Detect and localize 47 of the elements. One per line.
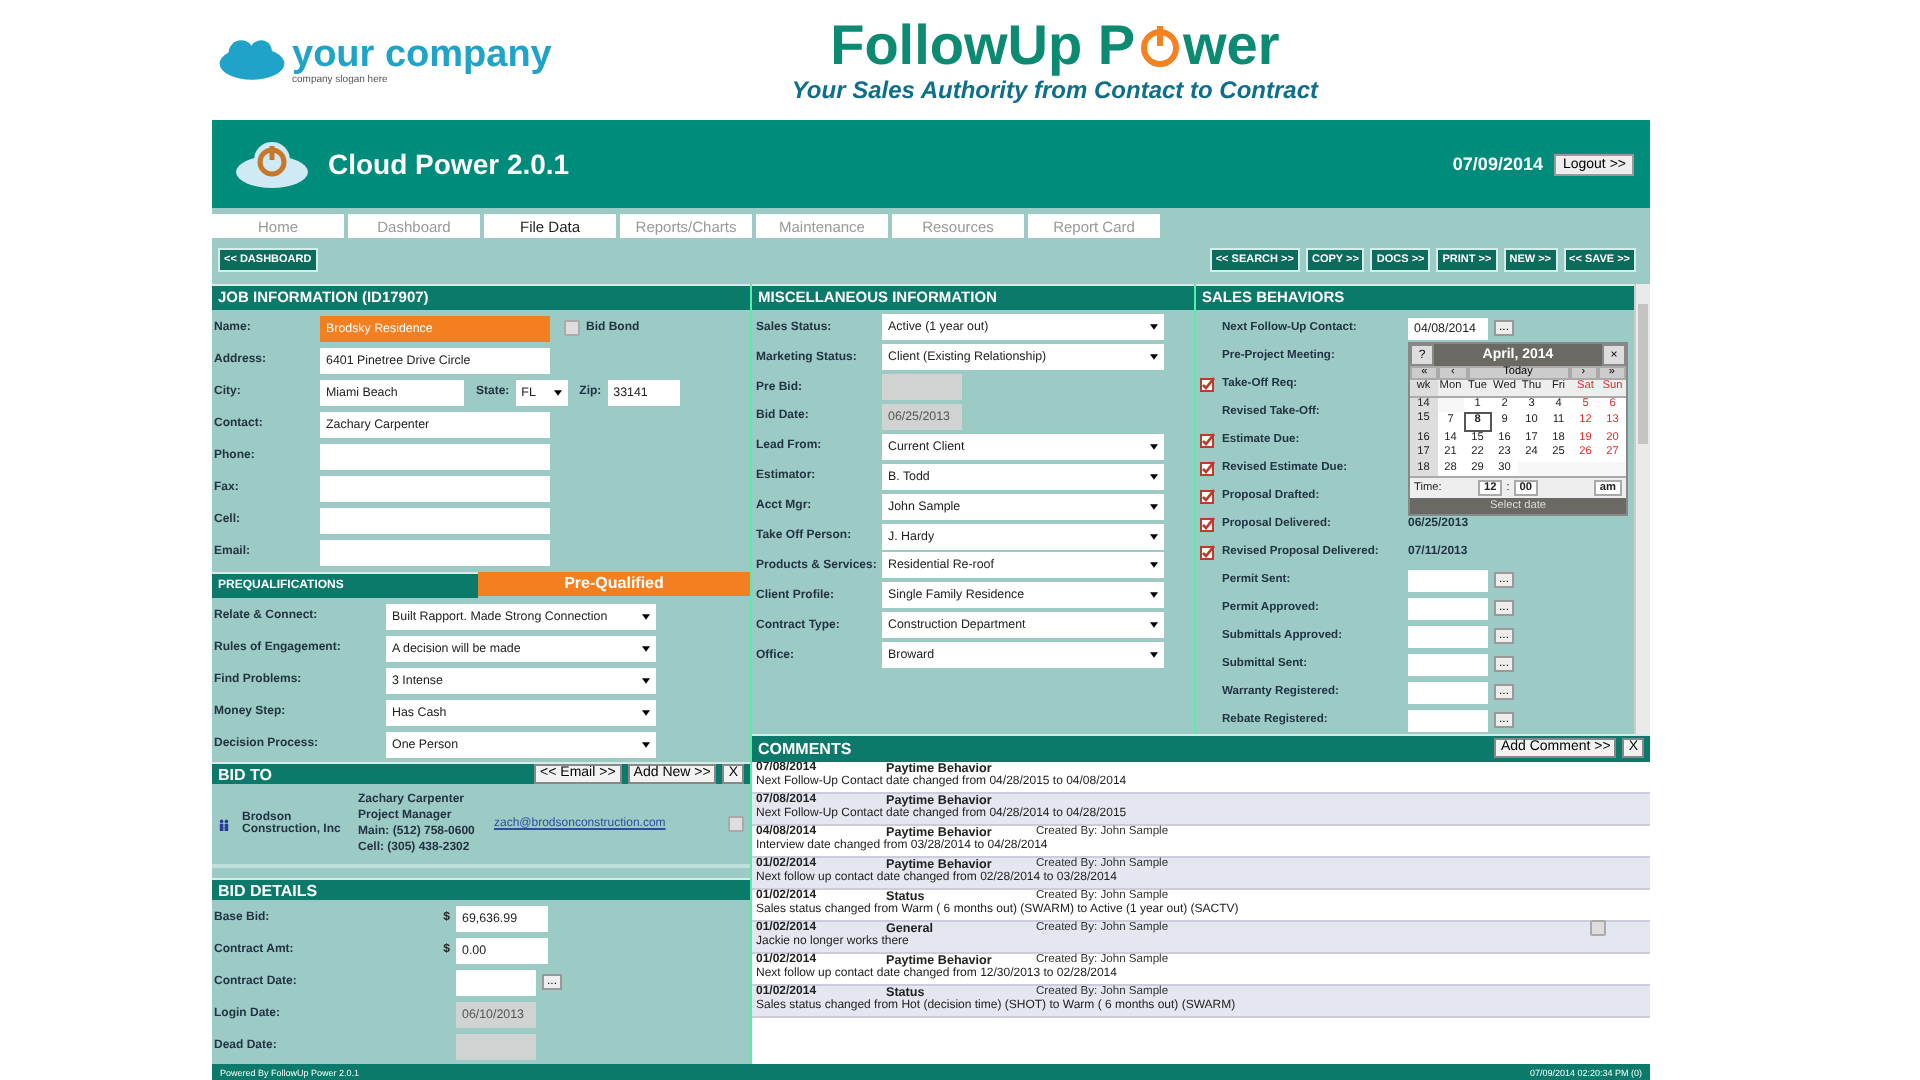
- app-title: Cloud Power 2.0.1: [328, 148, 572, 180]
- dropdown-icon: [642, 677, 650, 683]
- dropdown-icon: [642, 741, 650, 747]
- readonly-field: [882, 374, 962, 401]
- dropdown-icon: [642, 709, 650, 715]
- scrollbar[interactable]: [1634, 284, 1650, 733]
- header-date: 07/09/2014: [1452, 154, 1543, 174]
- product-tagline: Your Sales Authority from Contact to Contract: [791, 76, 1319, 104]
- dropdown-icon: [1150, 622, 1158, 629]
- text-field[interactable]: [320, 507, 550, 533]
- date-field[interactable]: [456, 969, 536, 995]
- text-field[interactable]: [320, 443, 550, 469]
- section-title: COMMENTS: [758, 739, 854, 757]
- dropdown-icon: [1150, 443, 1158, 450]
- date-field[interactable]: [1408, 597, 1488, 620]
- checkbox[interactable]: [1590, 920, 1606, 937]
- dropdown-icon: [553, 389, 562, 395]
- dropdown-icon: [1150, 562, 1158, 569]
- date-field[interactable]: [1408, 709, 1488, 732]
- section-title: BID TO: [218, 765, 274, 783]
- text-field[interactable]: [320, 539, 550, 565]
- checkbox[interactable]: [728, 816, 744, 832]
- dropdown-icon: [1150, 473, 1158, 480]
- dropdown-icon: [1150, 324, 1158, 331]
- dropdown-icon: [1150, 592, 1158, 599]
- dropdown-icon: [1150, 354, 1158, 361]
- dropdown-icon: [1150, 652, 1158, 659]
- date-field[interactable]: [1408, 653, 1488, 676]
- readonly-field: [456, 1033, 536, 1059]
- section-title: BID DETAILS: [218, 881, 320, 899]
- cloud-power-icon: [232, 138, 312, 190]
- power-icon: [1135, 20, 1184, 72]
- dropdown-icon: [1150, 533, 1158, 540]
- company-logo-text: your company: [292, 35, 552, 73]
- people-icon: [218, 817, 230, 831]
- product-logo-text: FollowUp P: [830, 16, 1136, 76]
- status-banner: Pre-Qualified: [478, 572, 750, 596]
- dropdown-icon: [642, 613, 650, 619]
- product-logo-text-end: wer: [1183, 16, 1280, 76]
- dropdown-icon: [1150, 503, 1158, 510]
- checkbox[interactable]: [564, 320, 580, 336]
- date-field[interactable]: [1408, 569, 1488, 592]
- text-field[interactable]: [320, 475, 550, 501]
- cloud-logo-icon: [216, 36, 288, 84]
- date-field[interactable]: [1408, 681, 1488, 704]
- dropdown-icon: [642, 645, 650, 651]
- date-field[interactable]: [1408, 625, 1488, 648]
